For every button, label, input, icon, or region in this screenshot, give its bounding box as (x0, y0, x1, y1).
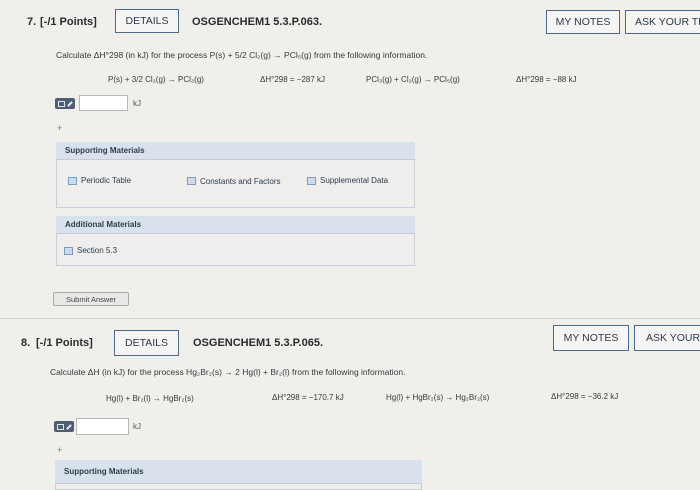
q7-code: OSGENCHEM1 5.3.P.063. (192, 16, 323, 28)
q7-additional-title: Additional Materials (56, 216, 415, 234)
q8-my-notes-button[interactable]: MY NOTES (553, 325, 629, 351)
q8-details-button[interactable]: DETAILS (114, 330, 179, 356)
q7-prompt: Calculate ΔH°298 (in kJ) for the process… (56, 50, 428, 60)
q8-code: OSGENCHEM1 5.3.P.065. (193, 337, 324, 349)
q7-equation-1: P(s) + 3/2 Cl₂(g) → PCl₃(g) (108, 75, 204, 84)
q7-plus-icon: + (57, 123, 63, 133)
q7-points: [-/1 Points] (40, 16, 97, 28)
q8-unit: kJ (133, 422, 141, 431)
q8-equation-2: Hg(l) + HgBr₂(s) → Hg₂Br₂(s) (386, 393, 490, 402)
q7-submit-button[interactable]: Submit Answer (53, 292, 129, 306)
q8-points: [-/1 Points] (36, 337, 93, 349)
supplemental-icon (307, 177, 316, 185)
q7-unit: kJ (133, 99, 141, 108)
q8-answer-input[interactable] (76, 418, 129, 435)
resource-constants-factors[interactable]: Constants and Factors (187, 176, 287, 188)
q8-equation-1: Hg(l) + Br₂(l) → HgBr₂(s) (106, 394, 194, 403)
book-icon (64, 247, 73, 255)
periodic-table-icon (68, 177, 77, 185)
q7-edit-icon (55, 98, 75, 109)
q7-dh-2: ΔH°298 = −88 kJ (516, 75, 577, 84)
q8-prompt: Calculate ΔH (in kJ) for the process Hg₂… (50, 367, 406, 377)
q8-supporting-title: Supporting Materials (55, 460, 422, 484)
q7-my-notes-button[interactable]: MY NOTES (546, 10, 620, 34)
resource-section[interactable]: Section 5.3 (64, 246, 117, 255)
q8-ask-button[interactable]: ASK YOUR (634, 325, 700, 351)
q7-supporting-title: Supporting Materials (56, 142, 415, 160)
constants-icon (187, 177, 196, 185)
q8-number: 8. (21, 337, 31, 349)
question-divider (0, 318, 700, 319)
q7-dh-1: ΔH°298 = −287 kJ (260, 75, 326, 84)
q8-plus-icon: + (57, 445, 63, 455)
q7-number: 7. (27, 16, 37, 28)
q7-equation-2: PCl₃(g) + Cl₂(g) → PCl₅(g) (366, 75, 460, 84)
q7-answer-input[interactable] (79, 95, 128, 111)
resource-periodic-table[interactable]: Periodic Table (68, 176, 131, 185)
q7-ask-button[interactable]: ASK YOUR TE (625, 10, 700, 34)
q8-edit-icon (54, 421, 74, 432)
q7-details-button[interactable]: DETAILS (115, 9, 179, 33)
q8-dh-2: ΔH°298 = −36.2 kJ (551, 392, 619, 401)
q8-dh-1: ΔH°298 = −170.7 kJ (272, 393, 344, 402)
resource-supplemental-data[interactable]: Supplemental Data (307, 176, 388, 185)
